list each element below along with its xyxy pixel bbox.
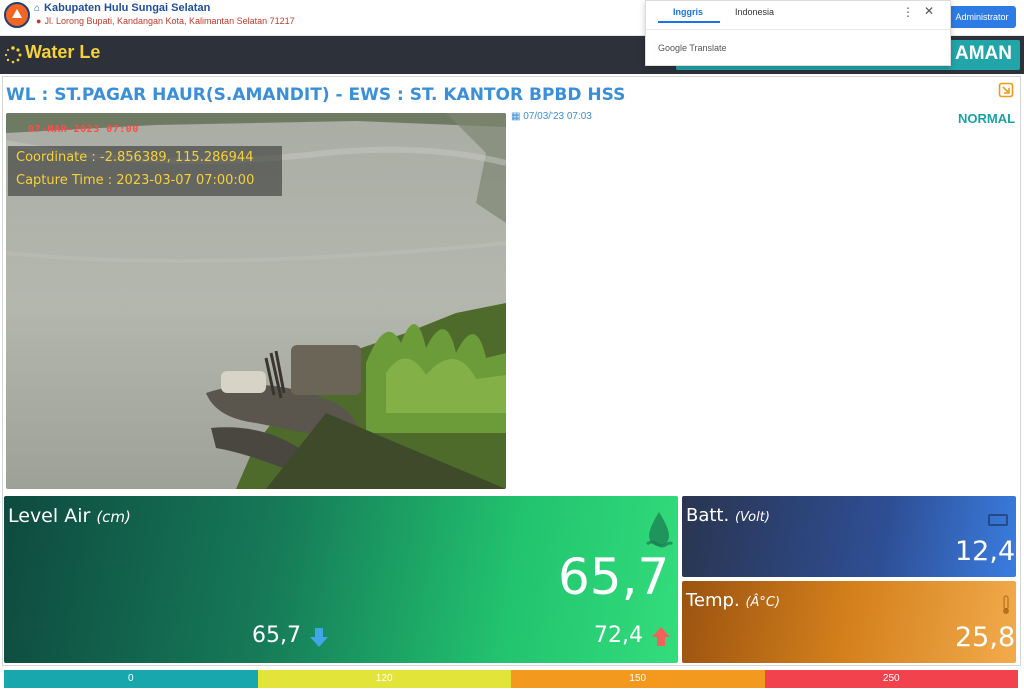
scale-segment-150: 150 [511,670,765,688]
last-update-timestamp: ▦ 07/03/'23 07:03 [511,111,592,122]
arrow-up-icon [652,627,670,646]
loading-spinner-icon [4,46,22,64]
home-icon: ⌂ [34,3,41,14]
level-air-min-value: 65,7 [252,623,301,648]
timestamp-text: 07/03/'23 07:03 [523,111,592,122]
temperature-label: Temp. (Â°C) [686,590,780,611]
org-address: ● Jl. Lorong Bupati, Kandangan Kota, Kali… [36,16,295,26]
water-level-scale: 0 120 150 250 [4,670,1018,688]
battery-icon [988,514,1008,526]
page-title: Water Le [25,42,101,62]
arrow-down-icon [310,628,328,647]
scale-segment-250: 250 [764,670,1018,688]
level-air-unit: (cm) [96,508,131,526]
level-air-label: Level Air (cm) [8,505,131,527]
org-logo [4,2,30,28]
map-pin-icon: ● [36,16,42,26]
administrator-button[interactable]: Administrator [948,6,1016,28]
status-badge: NORMAL [958,111,1016,126]
more-options-icon[interactable]: ⋮ [902,5,914,19]
popup-divider [646,29,950,30]
camera-coordinate: Coordinate : -2.856389, 115.286944 [16,150,254,165]
level-air-label-text: Level Air [8,505,91,527]
status-strip-text: AMAN [955,43,1012,64]
water-drop-icon [646,512,673,548]
level-air-max-value: 72,4 [594,623,643,648]
translate-popup: Inggris Indonesia ⋮ ✕ Google Translate [645,0,951,66]
org-name-text: Kabupaten Hulu Sungai Selatan [44,2,211,14]
tab-inggris[interactable]: Inggris [673,7,703,17]
tab-indonesia[interactable]: Indonesia [735,7,774,17]
battery-unit: (Volt) [734,510,770,525]
close-icon[interactable]: ✕ [924,4,934,18]
translate-brand: Google Translate [658,43,727,53]
thermometer-icon [1003,595,1009,614]
battery-value: 12,4 [955,536,1016,567]
scale-segment-120: 120 [257,670,511,688]
org-name[interactable]: ⌂ Kabupaten Hulu Sungai Selatan [34,2,210,14]
battery-label-text: Batt. [686,505,730,526]
org-address-text: Jl. Lorong Bupati, Kandangan Kota, Kalim… [44,16,295,26]
calendar-icon: ▦ [511,111,524,122]
camera-capture-time: Capture Time : 2023-03-07 07:00:00 [16,173,255,188]
temperature-label-text: Temp. [686,590,740,611]
camera-date-overlay: 07-MAR-2023 07:00 [28,124,139,135]
level-air-value: 65,7 [558,548,670,606]
scale-segment-0: 0 [4,670,258,688]
battery-label: Batt. (Volt) [686,505,770,526]
active-tab-underline [658,21,720,23]
station-title: WL : ST.PAGAR HAUR(S.AMANDIT) - EWS : ST… [6,85,626,105]
temperature-value: 25,8 [955,622,1016,653]
external-link-icon[interactable] [998,82,1014,98]
temperature-unit: (Â°C) [745,595,781,610]
